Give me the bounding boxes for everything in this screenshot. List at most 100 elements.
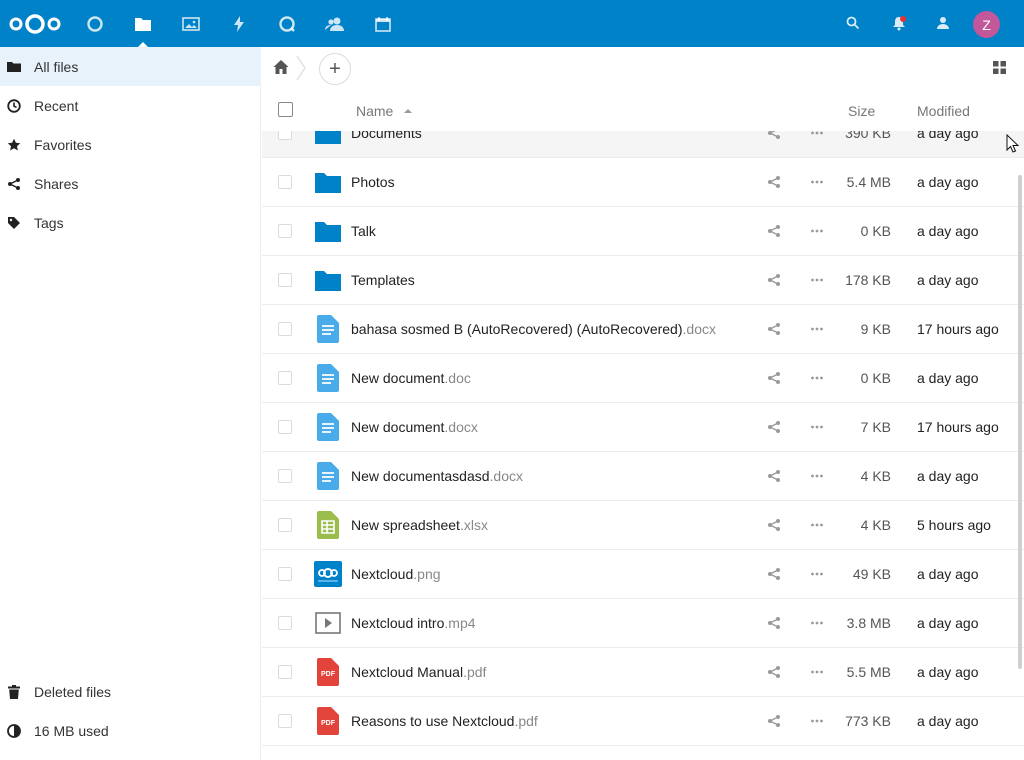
file-row[interactable]: Documents 390 KB a day ago — [262, 131, 1024, 158]
row-checkbox[interactable] — [278, 665, 292, 679]
image-icon[interactable] — [314, 560, 342, 588]
more-actions-icon[interactable] — [810, 322, 824, 336]
document-icon[interactable] — [314, 315, 342, 343]
column-header-name[interactable]: Name — [356, 103, 393, 119]
share-icon[interactable] — [767, 273, 781, 287]
more-actions-icon[interactable] — [810, 131, 824, 140]
share-icon[interactable] — [767, 665, 781, 679]
sidebar-item-favorites[interactable]: Favorites — [0, 125, 261, 164]
document-icon[interactable] — [314, 413, 342, 441]
file-row[interactable]: PDF Reasons to use Nextcloud.pdf 773 KB a d… — [262, 697, 1024, 746]
row-checkbox[interactable] — [278, 714, 292, 728]
sidebar-item-quota[interactable]: 16 MB used — [0, 711, 261, 750]
sidebar-item-shares[interactable]: Shares — [0, 164, 261, 203]
sidebar-item-tags[interactable]: Tags — [0, 203, 261, 242]
file-row[interactable]: New document.doc 0 KB a day ago — [262, 354, 1024, 403]
talk-app-icon[interactable] — [276, 13, 298, 35]
more-actions-icon[interactable] — [810, 469, 824, 483]
column-header-modified[interactable]: Modified — [917, 103, 970, 119]
row-checkbox[interactable] — [278, 175, 292, 189]
document-icon[interactable] — [314, 462, 342, 490]
column-header-size[interactable]: Size — [848, 103, 875, 119]
share-icon[interactable] — [767, 567, 781, 581]
share-icon[interactable] — [767, 371, 781, 385]
share-icon[interactable] — [767, 469, 781, 483]
calendar-app-icon[interactable] — [372, 13, 394, 35]
row-checkbox[interactable] — [278, 131, 292, 140]
more-actions-icon[interactable] — [810, 224, 824, 238]
home-icon[interactable] — [272, 58, 290, 76]
row-checkbox[interactable] — [278, 273, 292, 287]
row-checkbox[interactable] — [278, 420, 292, 434]
more-actions-icon[interactable] — [810, 371, 824, 385]
more-actions-icon[interactable] — [810, 518, 824, 532]
file-row[interactable]: New documentasdasd.docx 4 KB a day ago — [262, 452, 1024, 501]
file-name[interactable]: bahasa sosmed B (AutoRecovered) (AutoRec… — [351, 321, 716, 337]
more-actions-icon[interactable] — [810, 175, 824, 189]
folder-icon[interactable] — [314, 168, 342, 196]
contacts-menu-icon[interactable] — [932, 13, 952, 33]
folder-icon[interactable] — [314, 131, 342, 147]
share-icon[interactable] — [767, 131, 781, 140]
share-icon[interactable] — [767, 420, 781, 434]
select-all-checkbox[interactable] — [278, 102, 293, 117]
file-name[interactable]: Documents — [351, 131, 422, 141]
row-checkbox[interactable] — [278, 518, 292, 532]
folder-icon[interactable] — [314, 217, 342, 245]
document-icon[interactable] — [314, 364, 342, 392]
file-name[interactable]: Nextcloud Manual.pdf — [351, 664, 486, 680]
file-name[interactable]: New spreadsheet.xlsx — [351, 517, 488, 533]
row-checkbox[interactable] — [278, 616, 292, 630]
file-row[interactable]: Photos 5.4 MB a day ago — [262, 158, 1024, 207]
file-row[interactable]: Nextcloud intro.mp4 3.8 MB a day ago — [262, 599, 1024, 648]
file-name[interactable]: New document.docx — [351, 419, 478, 435]
share-icon[interactable] — [767, 175, 781, 189]
file-name[interactable]: Templates — [351, 272, 415, 288]
file-name[interactable]: New documentasdasd.docx — [351, 468, 523, 484]
row-checkbox[interactable] — [278, 224, 292, 238]
share-icon[interactable] — [767, 518, 781, 532]
file-row[interactable]: Talk 0 KB a day ago — [262, 207, 1024, 256]
file-name[interactable]: Reasons to use Nextcloud.pdf — [351, 713, 538, 729]
more-actions-icon[interactable] — [810, 420, 824, 434]
more-actions-icon[interactable] — [810, 714, 824, 728]
dashboard-app-icon[interactable] — [84, 13, 106, 35]
share-icon[interactable] — [767, 714, 781, 728]
sidebar-item-recent[interactable]: Recent — [0, 86, 261, 125]
row-checkbox[interactable] — [278, 322, 292, 336]
contacts-app-icon[interactable] — [324, 13, 346, 35]
file-row[interactable]: New document.docx 7 KB 17 hours ago — [262, 403, 1024, 452]
more-actions-icon[interactable] — [810, 616, 824, 630]
notifications-bell-icon[interactable] — [889, 13, 909, 33]
pdf-icon[interactable]: PDF — [314, 658, 342, 686]
more-actions-icon[interactable] — [810, 273, 824, 287]
file-row[interactable]: New spreadsheet.xlsx 4 KB 5 hours ago — [262, 501, 1024, 550]
row-checkbox[interactable] — [278, 567, 292, 581]
more-actions-icon[interactable] — [810, 567, 824, 581]
activity-app-icon[interactable] — [228, 13, 250, 35]
search-icon[interactable] — [843, 13, 863, 33]
file-name[interactable]: New document.doc — [351, 370, 471, 386]
file-row[interactable]: PDF Nextcloud Manual.pdf 5.5 MB a day ago — [262, 648, 1024, 697]
grid-view-icon[interactable] — [993, 61, 1006, 74]
file-name[interactable]: Talk — [351, 223, 376, 239]
spreadsheet-icon[interactable] — [314, 511, 342, 539]
file-name[interactable]: Nextcloud.png — [351, 566, 441, 582]
pdf-icon[interactable]: PDF — [314, 707, 342, 735]
nextcloud-logo-icon[interactable] — [8, 12, 62, 36]
new-file-button[interactable]: + — [319, 53, 351, 85]
file-row[interactable]: Templates 178 KB a day ago — [262, 256, 1024, 305]
sidebar-item-deleted-files[interactable]: Deleted files — [0, 672, 261, 711]
share-icon[interactable] — [767, 616, 781, 630]
share-icon[interactable] — [767, 224, 781, 238]
folder-icon[interactable] — [314, 266, 342, 294]
more-actions-icon[interactable] — [810, 665, 824, 679]
files-app-icon[interactable] — [132, 13, 154, 48]
row-checkbox[interactable] — [278, 371, 292, 385]
share-icon[interactable] — [767, 322, 781, 336]
video-icon[interactable] — [314, 609, 342, 637]
user-avatar[interactable]: Z — [973, 11, 1000, 38]
file-row[interactable]: Nextcloud.png 49 KB a day ago — [262, 550, 1024, 599]
sort-ascending-icon[interactable] — [404, 109, 412, 113]
file-name[interactable]: Photos — [351, 174, 395, 190]
